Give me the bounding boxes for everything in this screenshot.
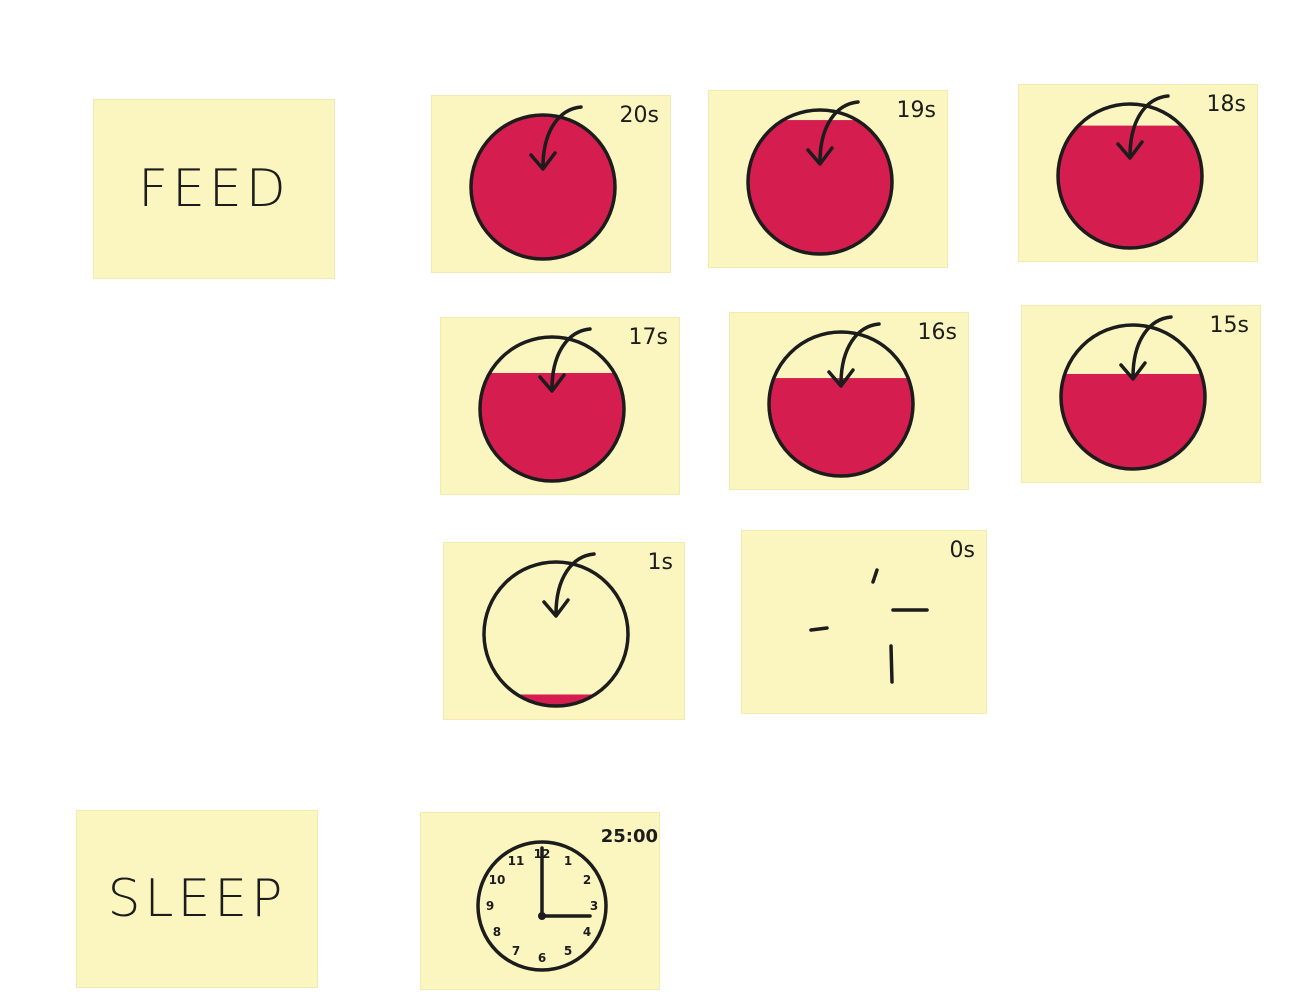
frame-time: 15s: [1209, 313, 1249, 338]
clock-number: 4: [583, 925, 591, 939]
juice-fill: [748, 120, 892, 254]
apple-frame-19s: 19s: [708, 90, 948, 268]
frame-time: 20s: [619, 103, 659, 128]
empty-plate-icon: [809, 568, 929, 684]
frame-time: 16s: [917, 320, 957, 345]
feed-label: FEED: [138, 159, 290, 219]
sleep-label-note: SLEEP: [76, 810, 318, 988]
juice-fill: [769, 378, 913, 476]
sleep-label: SLEEP: [107, 869, 287, 929]
clock-number: 7: [512, 944, 520, 958]
frame-time: 18s: [1206, 92, 1246, 117]
apple-frame-0s: 0s: [741, 530, 987, 714]
apple-frame-17s: 17s: [440, 317, 680, 495]
juice-fill: [1061, 373, 1205, 469]
clock-number: 9: [486, 899, 494, 913]
clock-number: 8: [493, 925, 501, 939]
clock-number: 11: [508, 854, 525, 868]
frame-time: 19s: [896, 98, 936, 123]
clock-number: 1: [564, 854, 572, 868]
clock-frame: 25:00 12 1 2 3 4 5 6 7 8 9 10 11: [420, 812, 660, 990]
frame-time: 17s: [628, 325, 668, 350]
frame-time: 1s: [647, 550, 673, 575]
clock-number: 6: [538, 951, 546, 965]
apple-frame-20s: 20s: [431, 95, 671, 273]
apple-frame-16s: 16s: [729, 312, 969, 490]
clock-number: 3: [590, 899, 598, 913]
clock-number: 5: [564, 944, 572, 958]
clock-number: 2: [583, 873, 591, 887]
feed-label-note: FEED: [93, 99, 335, 279]
apple-frame-1s: 1s: [443, 542, 685, 720]
apple-frame-18s: 18s: [1018, 84, 1258, 262]
apple-frame-15s: 15s: [1021, 305, 1261, 483]
clock-number: 10: [489, 873, 506, 887]
clock-icon: 12 1234567891011: [476, 840, 608, 972]
